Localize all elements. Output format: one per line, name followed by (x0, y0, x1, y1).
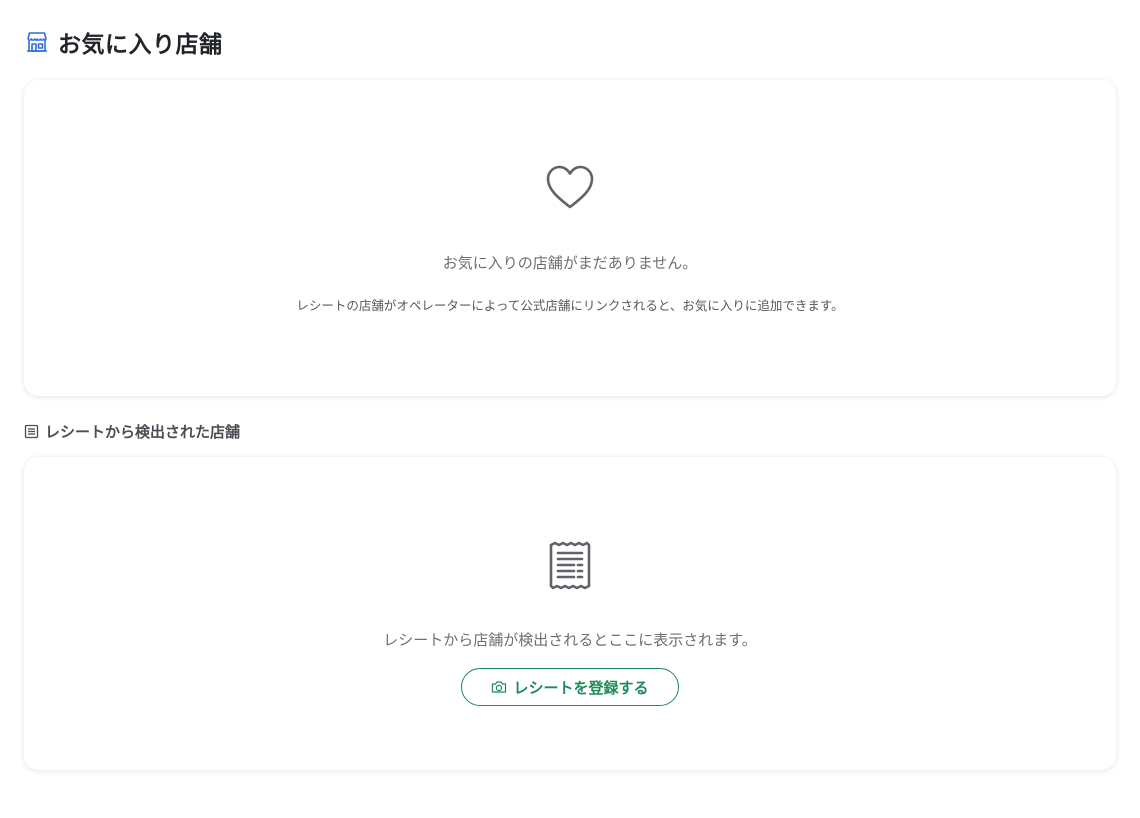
receipt-stores-card: レシートから店舗が検出されるとここに表示されます。 レシートを登録する (24, 457, 1116, 770)
page-title: お気に入り店舗 (58, 32, 223, 58)
camera-icon (491, 679, 507, 695)
receipt-section-header: レシートから検出された店舗 (24, 421, 240, 441)
register-receipt-button[interactable]: レシートを登録する (461, 668, 679, 706)
receipt-empty-message: レシートから店舗が検出されるとここに表示されます。 (383, 631, 757, 649)
receipt-section-title: レシートから検出された店舗 (45, 422, 241, 441)
heart-icon (24, 163, 1116, 213)
register-receipt-button-label: レシートを登録する (513, 678, 649, 697)
register-button-wrap: レシートを登録する (24, 668, 1116, 706)
page-header: お気に入り店舗 (24, 26, 223, 58)
favorites-description: レシートの店舗がオペレーターによって公式店舗にリンクされると、お気に入りに追加で… (296, 298, 844, 313)
favorites-card: お気に入りの店舗がまだありません。 レシートの店舗がオペレーターによって公式店舗… (24, 80, 1116, 396)
receipt-empty-icon (24, 541, 1116, 591)
receipt-icon (24, 424, 39, 439)
page: お気に入り店舗 お気に入りの店舗がまだありません。 レシートの店舗がオペレーター… (0, 0, 1140, 818)
favorites-empty-message: お気に入りの店舗がまだありません。 (442, 254, 698, 272)
store-icon (24, 29, 50, 55)
